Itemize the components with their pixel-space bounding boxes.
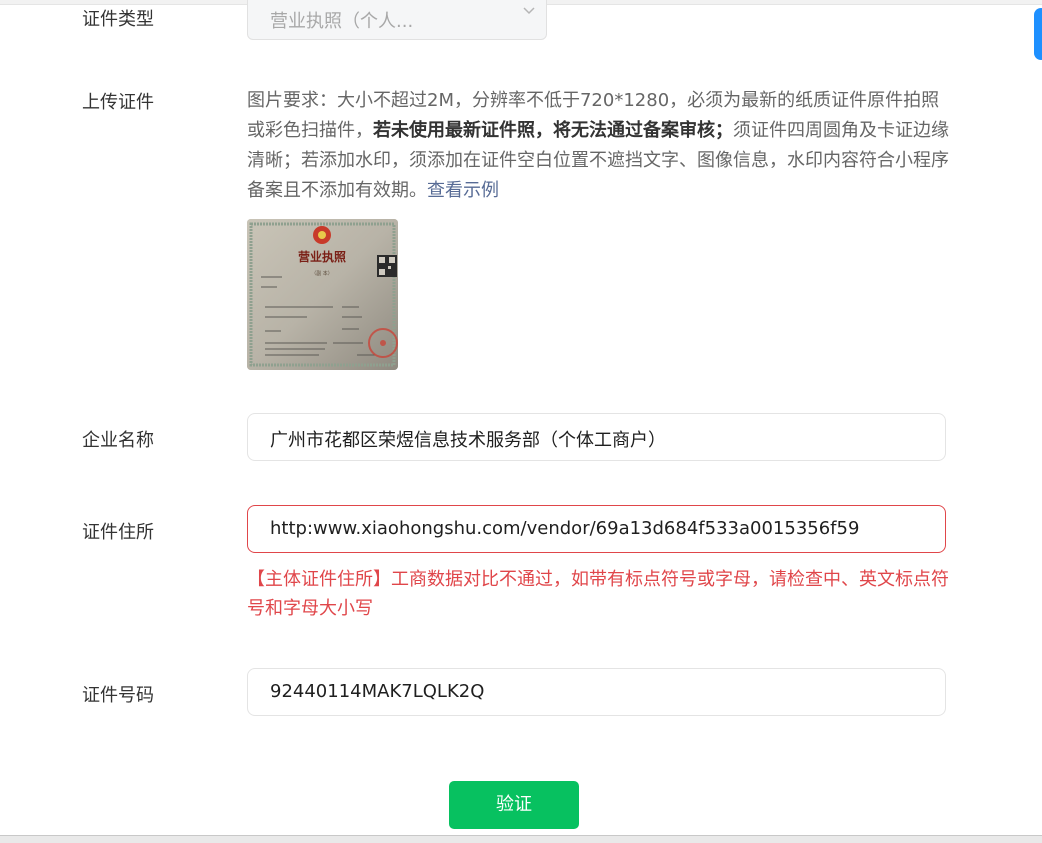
qr-code-icon [377,255,397,277]
cert-address-input[interactable]: http:www.xiaohongshu.com/vendor/69a13d68… [247,505,946,553]
requirement-warning: 若未使用最新证件照，将无法通过备案审核； [373,120,733,141]
uploaded-license-thumbnail[interactable]: 营业执照 （副 本） [247,219,398,370]
upload-requirements: 图片要求：大小不超过2M，分辨率不低于720*1280，必须为最新的纸质证件原件… [247,86,949,206]
company-name-input[interactable]: 广州市花都区荣煜信息技术服务部（个体工商户） [247,413,946,461]
cert-address-label: 证件住所 [82,522,154,543]
company-name-value: 广州市花都区荣煜信息技术服务部（个体工商户） [270,430,666,451]
cert-type-label: 证件类型 [82,9,154,30]
side-floating-tab[interactable] [1034,8,1042,60]
view-example-link[interactable]: 查看示例 [427,180,499,201]
license-subtitle: （副 本） [311,270,333,277]
cert-number-label: 证件号码 [82,685,154,706]
bottom-scrollbar[interactable] [0,835,1042,843]
national-emblem-icon [313,226,331,244]
verify-button[interactable]: 验证 [449,781,579,829]
chevron-down-icon [523,7,535,15]
license-title: 营业执照 [298,249,346,264]
cert-type-select[interactable]: 营业执照（个人... [247,0,547,40]
company-name-label: 企业名称 [82,430,154,451]
cert-address-value: http:www.xiaohongshu.com/vendor/69a13d68… [270,518,860,539]
cert-address-error-message: 【主体证件住所】工商数据对比不通过，如带有标点符号或字母，请检查中、英文标点符号… [247,569,949,619]
cert-number-value: 92440114MAK7LQLK2Q [270,681,485,702]
cert-number-input[interactable]: 92440114MAK7LQLK2Q [247,668,946,716]
cert-type-value: 营业执照（个人... [270,11,414,32]
upload-label: 上传证件 [82,92,154,113]
